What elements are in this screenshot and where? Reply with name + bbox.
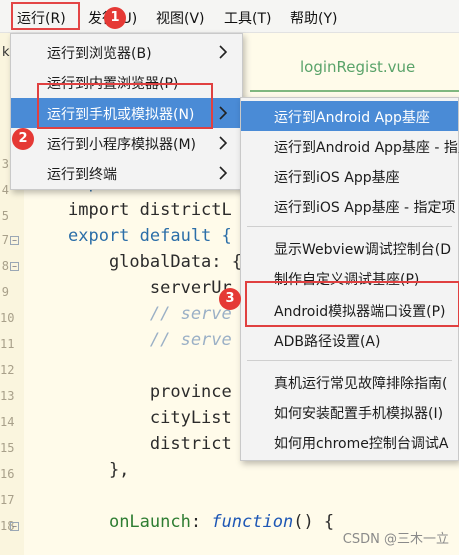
code-line-onlaunch: onLaunch: function() {	[108, 512, 335, 532]
line-number: 11	[0, 337, 15, 351]
menu-item-run-terminal[interactable]: 运行到终端	[11, 158, 242, 188]
menu-item-label: 运行到Android App基座 - 指定	[274, 140, 459, 156]
line-number: 14	[0, 415, 15, 429]
code-line: },	[68, 460, 130, 480]
watermark: CSDN @三木一立	[342, 532, 449, 547]
annotation-box-run-menu	[11, 2, 80, 30]
menu-help[interactable]: 帮助(Y)	[290, 8, 337, 28]
line-number: 8	[1, 259, 9, 273]
line-number: 4	[1, 183, 9, 197]
active-tab-indicator	[250, 90, 459, 92]
menu-item-troubleshooting-guide[interactable]: 真机运行常见故障排除指南(	[241, 367, 458, 397]
code-line: district	[68, 434, 232, 454]
menu-item-chrome-debug-guide[interactable]: 如何用chrome控制台调试A	[241, 427, 458, 457]
line-number: 18	[0, 519, 15, 533]
menu-item-run-ios-base[interactable]: 运行到iOS App基座	[241, 161, 458, 191]
step-badge-2: 2	[12, 128, 34, 150]
menu-item-install-emulator-guide[interactable]: 如何安装配置手机模拟器(I)	[241, 397, 458, 427]
code-line: serverUr	[68, 278, 232, 298]
menu-item-run-ios-base-specify[interactable]: 运行到iOS App基座 - 指定项	[241, 191, 458, 221]
code-line: import districtL	[68, 200, 232, 220]
line-number: 15	[0, 441, 15, 455]
chevron-right-icon	[219, 45, 227, 59]
menu-item-webview-console[interactable]: 显示Webview调试控制台(D	[241, 233, 458, 263]
menu-item-label: 运行到iOS App基座 - 指定项	[274, 200, 456, 216]
line-number: 9	[1, 285, 9, 299]
code-line: cityList	[68, 408, 232, 428]
step-badge-3: 3	[219, 288, 241, 310]
menubar: 运行(R) 发行(U) 视图(V) 工具(T) 帮助(Y)	[0, 0, 459, 33]
line-number: 13	[0, 389, 15, 403]
menu-tools[interactable]: 工具(T)	[224, 8, 271, 28]
chevron-right-icon	[219, 106, 227, 120]
run-menu: 运行到浏览器(B) 运行到内置浏览器(P) 运行到手机或模拟器(N) 运行到小程…	[10, 33, 243, 190]
fold-toggle-icon[interactable]: −	[10, 522, 19, 531]
tab-loginregist[interactable]: loginRegist.vue	[300, 58, 415, 76]
line-number: 7	[1, 233, 9, 247]
line-number: 12	[0, 363, 15, 377]
annotation-box-emulator-port	[245, 281, 459, 327]
menu-item-label: 运行到Android App基座	[274, 110, 430, 126]
annotation-box-run-device	[37, 83, 213, 129]
menu-view[interactable]: 视图(V)	[156, 8, 205, 28]
menu-item-run-android-base[interactable]: 运行到Android App基座	[241, 101, 458, 131]
menu-item-label: 真机运行常见故障排除指南(	[274, 376, 448, 392]
code-line-comment: // serve	[68, 330, 232, 350]
step-badge-1: 1	[104, 7, 126, 29]
menu-separator	[247, 226, 452, 227]
line-number: 16	[0, 467, 15, 481]
fold-toggle-icon[interactable]: −	[10, 262, 19, 271]
menu-item-label: ADB路径设置(A)	[274, 334, 381, 350]
menu-item-label: 运行到浏览器(B)	[47, 46, 152, 62]
menu-item-label: 运行到iOS App基座	[274, 170, 400, 186]
menu-separator	[247, 360, 452, 361]
menu-item-run-browser[interactable]: 运行到浏览器(B)	[11, 37, 242, 67]
menu-item-label: 如何用chrome控制台调试A	[274, 436, 449, 452]
menu-item-label: 运行到小程序模拟器(M)	[47, 137, 197, 153]
fold-toggle-icon[interactable]: −	[10, 236, 19, 245]
menu-item-label: 如何安装配置手机模拟器(I)	[274, 406, 444, 422]
chevron-right-icon	[219, 136, 227, 150]
line-number: 5	[1, 209, 9, 223]
code-line: export default {	[68, 226, 232, 246]
code-line: globalData: {	[68, 252, 242, 272]
code-line: province	[68, 382, 232, 402]
menu-item-label: 运行到终端	[47, 167, 117, 183]
line-number: 3	[1, 157, 9, 171]
menu-item-label: 显示Webview调试控制台(D	[274, 242, 452, 258]
line-number: 10	[0, 311, 15, 325]
line-number: 17	[0, 493, 15, 507]
menu-item-run-miniprogram[interactable]: 运行到小程序模拟器(M)	[11, 128, 242, 158]
device-submenu: 运行到Android App基座 运行到Android App基座 - 指定 运…	[240, 97, 459, 461]
menu-item-run-android-base-specify[interactable]: 运行到Android App基座 - 指定	[241, 131, 459, 161]
chevron-right-icon	[219, 166, 227, 180]
code-line-comment: // serve	[68, 304, 232, 324]
menu-item-adb-path[interactable]: ADB路径设置(A)	[241, 325, 458, 355]
